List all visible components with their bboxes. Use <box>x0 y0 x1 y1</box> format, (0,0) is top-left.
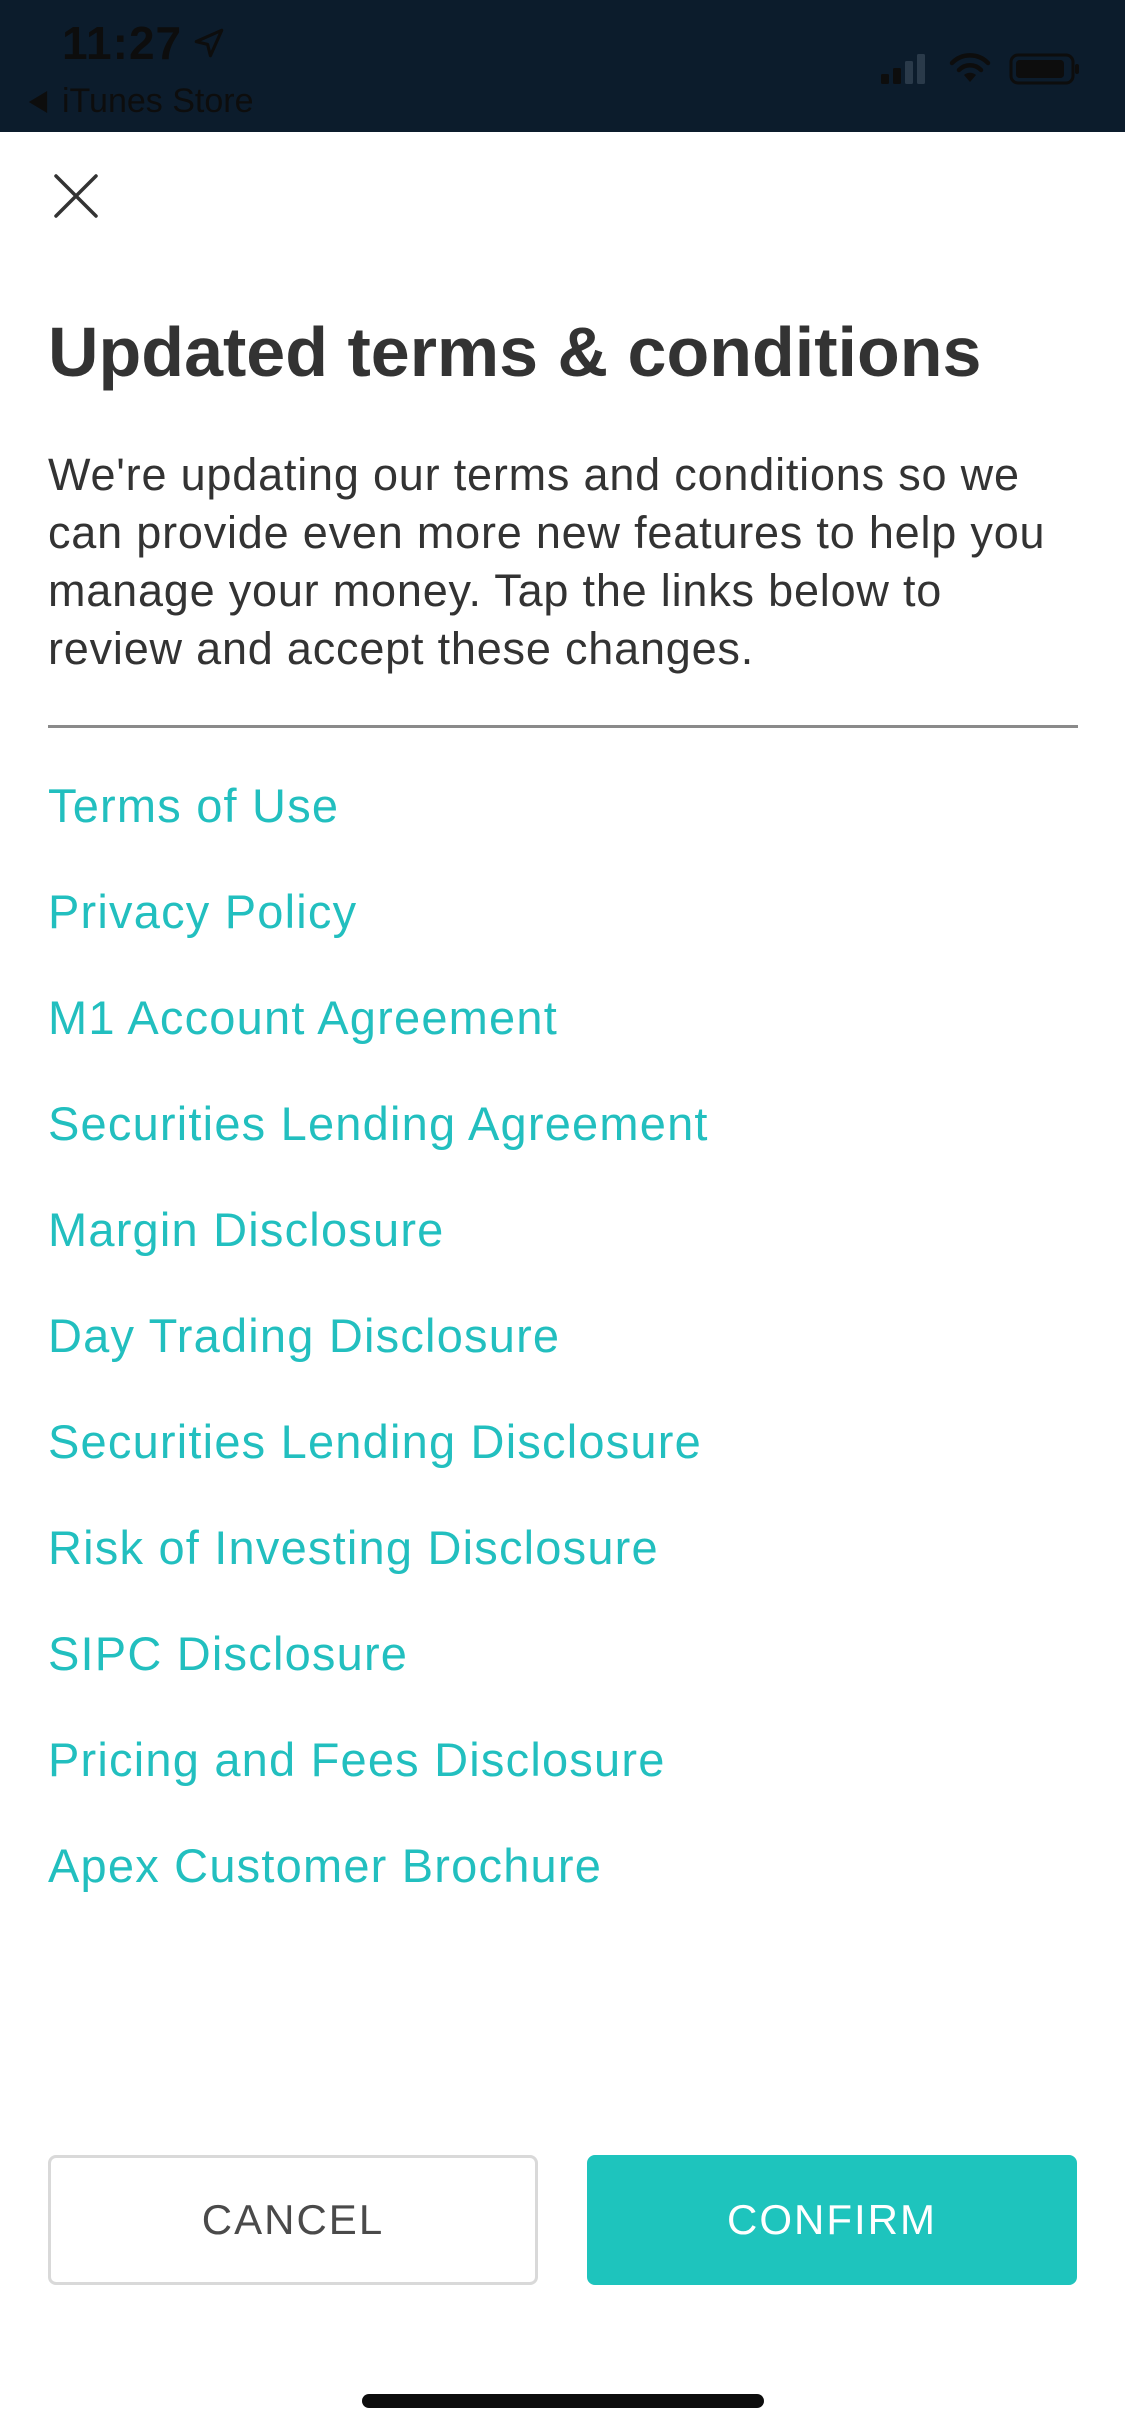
intro-description: We're updating our terms and conditions … <box>48 449 1046 674</box>
cancel-button[interactable]: CANCEL <box>48 2155 538 2285</box>
link-risk-of-investing-disclosure[interactable]: Risk of Investing Disclosure <box>48 1512 1078 1618</box>
status-icons <box>879 52 1081 86</box>
close-button[interactable] <box>50 170 102 222</box>
link-terms-of-use[interactable]: Terms of Use <box>48 770 1078 876</box>
home-indicator[interactable] <box>362 2394 764 2408</box>
back-to-app-link[interactable]: iTunes Store <box>28 82 254 121</box>
link-margin-disclosure[interactable]: Margin Disclosure <box>48 1194 1078 1300</box>
back-app-label: iTunes Store <box>62 82 254 120</box>
confirm-button[interactable]: CONFIRM <box>587 2155 1077 2285</box>
page-title: Updated terms & conditions <box>48 313 982 391</box>
status-time-text: 11:27 <box>62 17 183 69</box>
terms-update-screen: 11:27 iTunes Store Updated terms & condi… <box>0 0 1125 2436</box>
link-pricing-and-fees-disclosure[interactable]: Pricing and Fees Disclosure <box>48 1724 1078 1830</box>
link-day-trading-disclosure[interactable]: Day Trading Disclosure <box>48 1300 1078 1406</box>
link-privacy-policy[interactable]: Privacy Policy <box>48 876 1078 982</box>
cellular-signal-icon <box>881 54 925 84</box>
close-icon <box>54 174 98 218</box>
status-time: 11:27 <box>62 16 226 70</box>
link-m1-account-agreement[interactable]: M1 Account Agreement <box>48 982 1078 1088</box>
link-securities-lending-agreement[interactable]: Securities Lending Agreement <box>48 1088 1078 1194</box>
battery-icon <box>1009 53 1079 85</box>
document-links-list: Terms of Use Privacy Policy M1 Account A… <box>48 770 1078 1936</box>
location-arrow-icon <box>194 28 224 58</box>
link-sipc-disclosure[interactable]: SIPC Disclosure <box>48 1618 1078 1724</box>
back-arrow-icon <box>28 90 48 113</box>
divider <box>48 725 1078 728</box>
link-securities-lending-disclosure[interactable]: Securities Lending Disclosure <box>48 1406 1078 1512</box>
status-bar: 11:27 iTunes Store <box>0 0 1125 132</box>
wifi-icon <box>949 53 991 82</box>
link-apex-customer-brochure[interactable]: Apex Customer Brochure <box>48 1830 1078 1936</box>
